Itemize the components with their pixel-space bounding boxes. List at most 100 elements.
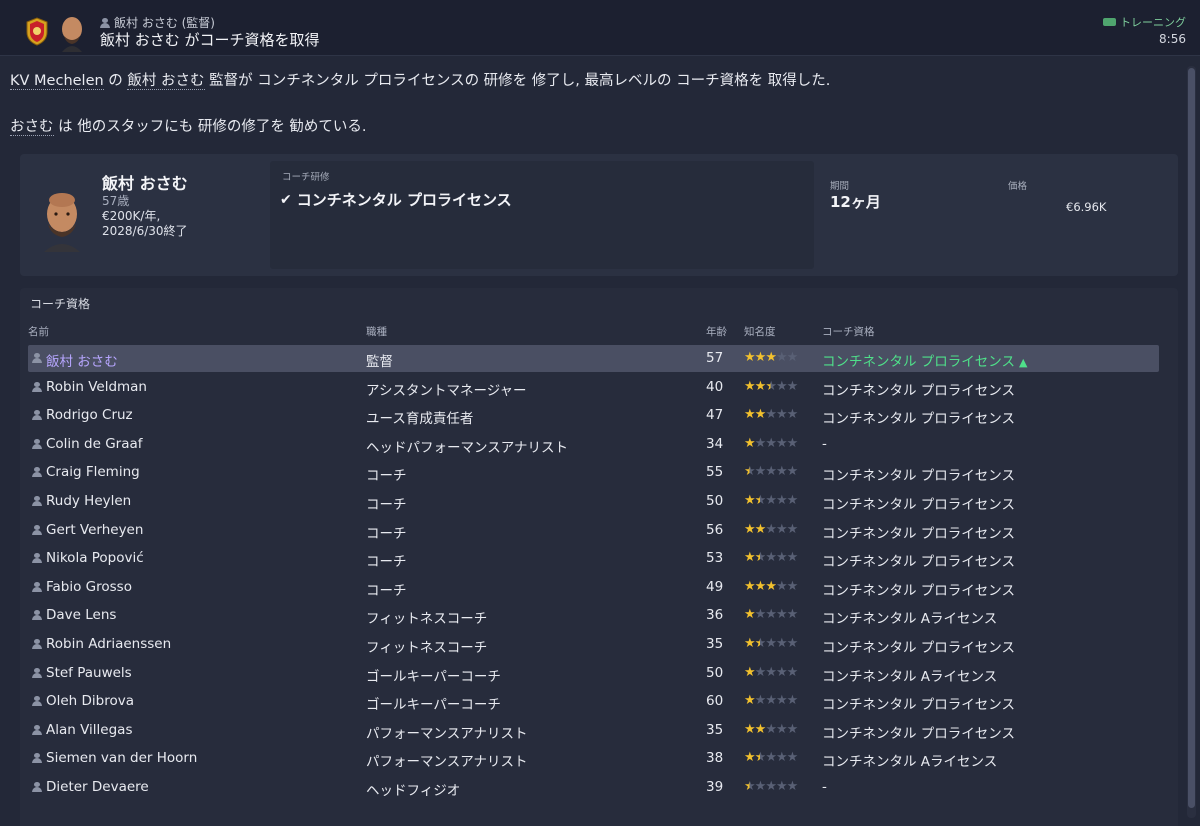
staff-name-link[interactable]: Gert Verheyen [46,522,143,538]
staff-name-link[interactable]: Nikola Popović [46,550,144,566]
star-icon: ★ [754,378,767,394]
category-tag[interactable]: トレーニング [1103,14,1186,30]
table-row[interactable]: Dieter Devaere ヘッドフィジオ 39 ★★★★★ - [28,774,1159,801]
table-row[interactable]: Nikola Popović コーチ 53 ★★★★★ コンチネンタル プロライセンス [28,545,1159,572]
star-icon: ★ [754,664,767,680]
staff-name-link[interactable]: Dieter Devaere [46,779,149,795]
star-icon: ★ [786,521,799,537]
header-reputation[interactable]: 知名度 [744,324,776,339]
staff-role: コーチ [366,554,407,571]
person-icon [32,438,42,449]
star-icon: ★ [765,607,777,623]
table-row[interactable]: 飯村 おさむ 監督 57 ★★★★★ コンチネンタル プロライセンス ▲ [28,345,1159,372]
manager-link[interactable]: おさむ [10,119,54,136]
star-icon: ★ [775,550,788,566]
star-icon: ★ [786,550,799,566]
staff-name-link[interactable]: Stef Pauwels [46,665,132,681]
staff-name-link[interactable]: Dave Lens [46,607,116,623]
duration-label: 期間 [830,181,850,192]
scrollbar[interactable] [1187,66,1196,818]
club-crest-icon[interactable] [24,16,50,46]
header-role[interactable]: 職種 [366,324,387,339]
staff-age: 38 [706,750,724,767]
star-icon: ★ [765,407,777,423]
star-icon: ★ [765,664,777,680]
staff-role: コーチ [366,582,407,599]
course-label: コーチ研修 [282,172,330,183]
table-row[interactable]: Robin Adriaenssen フィットネスコーチ 35 ★★★★★ コンチネンタル… [28,631,1159,658]
staff-name-link[interactable]: 飯村 おさむ [46,350,118,370]
table-row[interactable]: Oleh Dibrova ゴールキーパーコーチ 60 ★★★★★ コンチネンタル プロラ… [28,688,1159,715]
price-value: €6.96K [1066,200,1107,214]
staff-age: 40 [706,378,724,395]
table-row[interactable]: Rodrigo Cruz ユース育成責任者 47 ★★★★★ コンチネンタル プロライセ… [28,402,1159,429]
staff-name-link[interactable]: Robin Adriaenssen [46,636,171,652]
star-icon: ★ [765,721,777,737]
table-row[interactable]: Stef Pauwels ゴールキーパーコーチ 50 ★★★★★ コンチネンタル Aライ… [28,660,1159,687]
coach-qualification: - [822,779,827,795]
star-icon: ★ [754,779,767,794]
table-row[interactable]: Gert Verheyen コーチ 56 ★★★★★ コンチネンタル プロライセンス [28,517,1159,544]
star-icon: ★ [786,636,799,651]
staff-name-link[interactable]: Rodrigo Cruz [46,407,133,423]
person-icon [100,17,110,28]
table-row[interactable]: Rudy Heylen コーチ 50 ★★★★★ コンチネンタル プロライセンス [28,488,1159,515]
course-box: コーチ研修 ✔ コンチネンタル プロライセンス [270,161,814,269]
price-label: 価格 [1008,181,1028,192]
table-row[interactable]: Fabio Grosso コーチ 49 ★★★★★ コンチネンタル プロライセンス [28,574,1159,601]
staff-role: ヘッドパフォーマンスアナリスト [366,439,568,456]
header-age[interactable]: 年齢 [706,324,727,339]
star-icon: ★ [775,493,788,508]
person-icon [32,667,42,678]
star-icon: ★ [754,578,767,594]
manager-link[interactable]: 飯村 おさむ [127,73,205,90]
table-row[interactable]: Colin de Graaf ヘッドパフォーマンスアナリスト 34 ★★★★★ - [28,431,1159,458]
star-icon: ★ [744,464,756,480]
staff-name-link[interactable]: Robin Veldman [46,379,147,395]
staff-name-link[interactable]: Colin de Graaf [46,436,143,452]
table-row[interactable]: Craig Fleming コーチ 55 ★★★★★ コンチネンタル プロライセンス [28,459,1159,486]
manager-avatar-icon[interactable] [56,12,88,52]
star-icon: ★ [775,664,788,680]
staff-name-link[interactable]: Alan Villegas [46,722,132,738]
star-icon: ★ [744,721,756,737]
staff-name-link[interactable]: Rudy Heylen [46,493,131,509]
star-icon: ★ [765,378,777,394]
star-icon: ★ [765,521,777,537]
news-text: の [103,73,128,89]
star-icon: ★ [744,435,756,451]
table-row[interactable]: Dave Lens フィットネスコーチ 36 ★★★★★ コンチネンタル Aライセンス [28,602,1159,629]
staff-role: フィットネスコーチ [366,611,488,628]
scrollbar-thumb[interactable] [1188,68,1195,808]
star-icon: ★ [765,779,777,794]
star-icon: ★ [786,493,799,508]
reputation-stars: ★★★★★ [744,378,798,394]
table-row[interactable]: Robin Veldman アシスタントマネージャー 40 ★★★★★ コンチネンタル … [28,374,1159,401]
table-row[interactable]: Alan Villegas パフォーマンスアナリスト 35 ★★★★★ コンチネンタル … [28,717,1159,744]
reputation-stars: ★★★★★ [744,407,798,423]
star-icon: ★ [775,693,788,709]
club-link[interactable]: KV Mechelen [10,73,104,90]
person-icon [32,381,42,392]
staff-name-link[interactable]: Oleh Dibrova [46,693,134,709]
manager-portrait-icon[interactable] [38,190,86,252]
staff-role: ゴールキーパーコーチ [366,668,501,685]
staff-name-link[interactable]: Siemen van der Hoorn [46,750,197,766]
header-name[interactable]: 名前 [28,324,49,339]
coach-qualification: コンチネンタル プロライセンス [822,697,1016,714]
staff-role: ユース育成責任者 [366,411,474,428]
person-icon [32,496,42,506]
star-icon: ★ [765,750,777,766]
star-icon: ★ [754,721,767,737]
staff-name-link[interactable]: Craig Fleming [46,464,140,480]
coach-qualification: コンチネンタル プロライセンス [822,468,1016,485]
staff-name-link[interactable]: Fabio Grosso [46,579,132,595]
star-icon: ★ [754,693,767,709]
star-icon: ★ [775,350,788,365]
news-header: 飯村 おさむ (監督) 飯村 おさむ がコーチ資格を取得 トレーニング 8:56 [0,0,1200,56]
table-row[interactable]: Siemen van der Hoorn パフォーマンスアナリスト 38 ★★★★★ コ… [28,745,1159,772]
card-staff-name[interactable]: 飯村 おさむ [102,170,188,194]
star-icon: ★ [786,750,799,766]
header-qualification[interactable]: コーチ資格 [822,324,875,339]
star-icon: ★ [786,578,799,594]
